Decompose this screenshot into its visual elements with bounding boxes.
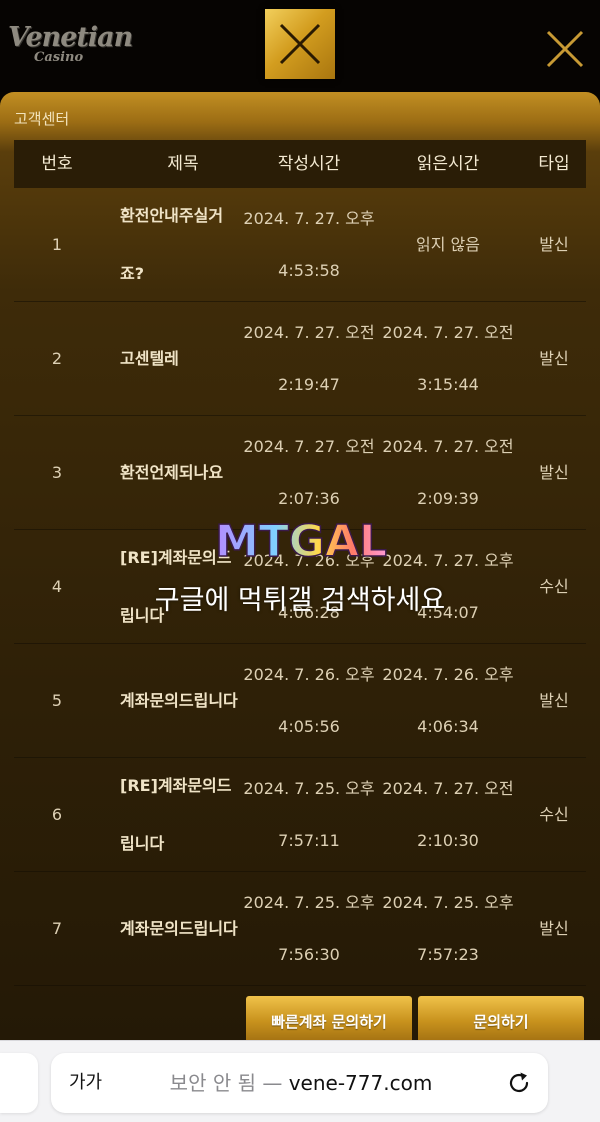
venetian-casino-logo[interactable]: Venetian Casino: [8, 22, 133, 72]
read-clock: 2:09:39: [417, 489, 479, 508]
written-clock: 2:19:47: [278, 375, 340, 394]
written-clock: 4:53:58: [278, 261, 340, 280]
close-button[interactable]: [538, 24, 592, 78]
row-read-time: 읽지 않음: [380, 188, 516, 301]
x-mark-icon: [279, 23, 321, 65]
watermark-caption: 구글에 먹튀갤 검색하세요: [154, 585, 446, 616]
row-written-time: 2024. 7. 25. 오후 7:56:30: [242, 872, 376, 985]
inquiry-button[interactable]: 문의하기: [418, 996, 584, 1042]
table-row[interactable]: 5 계좌문의드립니다 2024. 7. 26. 오후 4:05:56 2024.…: [14, 644, 586, 758]
row-type: 발신: [539, 691, 569, 710]
read-date: 2024. 7. 26. 오후: [382, 665, 514, 684]
row-written-time: 2024. 7. 26. 오후 4:05:56: [242, 644, 376, 757]
row-number: 3: [51, 463, 63, 482]
row-type: 발신: [539, 235, 569, 254]
row-read-time: 2024. 7. 27. 오전 2:09:39: [380, 416, 516, 529]
row-title-link[interactable]: 고센텔레: [120, 302, 246, 415]
written-date: 2024. 7. 27. 오전: [243, 437, 375, 456]
read-clock: 2:10:30: [417, 831, 479, 850]
row-number: 7: [51, 919, 63, 938]
row-title-link[interactable]: 계좌문의드립니다: [120, 872, 246, 985]
panel-title: 고객센터: [14, 110, 70, 128]
row-type: 수신: [539, 805, 569, 824]
column-header-type: 타입: [538, 154, 570, 174]
row-title-link[interactable]: 환전언제되나요: [120, 416, 246, 529]
table-row[interactable]: 3 환전언제되나요 2024. 7. 27. 오전 2:07:36 2024. …: [14, 416, 586, 530]
written-date: 2024. 7. 26. 오후: [243, 665, 375, 684]
logo-main-text: Venetian: [8, 22, 133, 53]
row-type: 발신: [539, 463, 569, 482]
logo-sub-text: Casino: [34, 50, 84, 65]
row-read-time: 2024. 7. 27. 오전 3:15:44: [380, 302, 516, 415]
row-number: 1: [51, 235, 63, 254]
column-header-read-time: 읽은시간: [416, 154, 480, 174]
read-status: 읽지 않음: [416, 235, 480, 254]
written-date: 2024. 7. 25. 오후: [243, 779, 375, 798]
column-header-number: 번호: [41, 154, 73, 174]
text-size-button[interactable]: 가가: [69, 1053, 102, 1113]
read-clock: 3:15:44: [417, 375, 479, 394]
read-clock: 4:06:34: [417, 717, 479, 736]
row-title-link[interactable]: 환전안내주실거죠?: [120, 188, 246, 301]
customer-center-panel: 고객센터 번호 제목 작성시간 읽은시간 타입 1 환전안내주실거죠? 2024…: [0, 92, 600, 1042]
read-clock: 7:57:23: [417, 945, 479, 964]
written-clock: 2:07:36: [278, 489, 340, 508]
written-clock: 4:05:56: [278, 717, 340, 736]
row-type: 발신: [539, 349, 569, 368]
mtgal-watermark-logo: MTGAL: [214, 515, 388, 566]
watermark-logo-text: MTGAL: [215, 516, 387, 566]
row-written-time: 2024. 7. 25. 오후 7:57:11: [242, 758, 376, 871]
read-date: 2024. 7. 27. 오전: [382, 779, 514, 798]
quick-account-inquiry-button[interactable]: 빠른계좌 문의하기: [246, 996, 412, 1042]
table-row[interactable]: 6 [RE]계좌문의드립니다 2024. 7. 25. 오후 7:57:11 2…: [14, 758, 586, 872]
table-row[interactable]: 2 고센텔레 2024. 7. 27. 오전 2:19:47 2024. 7. …: [14, 302, 586, 416]
row-written-time: 2024. 7. 27. 오후 4:53:58: [242, 188, 376, 301]
column-header-written-time: 작성시간: [277, 154, 341, 174]
row-read-time: 2024. 7. 26. 오후 4:06:34: [380, 644, 516, 757]
row-written-time: 2024. 7. 27. 오전 2:19:47: [242, 302, 376, 415]
address-bar[interactable]: 가가 보안 안 됨 — vene-777.com: [51, 1053, 548, 1113]
written-date: 2024. 7. 27. 오전: [243, 323, 375, 342]
row-number: 2: [51, 349, 63, 368]
row-number: 6: [51, 805, 63, 824]
top-bar: Venetian Casino: [0, 0, 600, 92]
row-title-link[interactable]: 계좌문의드립니다: [120, 644, 246, 757]
row-read-time: 2024. 7. 25. 오후 7:57:23: [380, 872, 516, 985]
column-header-title: 제목: [167, 154, 199, 174]
row-title-link[interactable]: [RE]계좌문의드립니다: [120, 758, 246, 871]
row-read-time: 2024. 7. 27. 오전 2:10:30: [380, 758, 516, 871]
written-clock: 7:56:30: [278, 945, 340, 964]
row-written-time: 2024. 7. 27. 오전 2:07:36: [242, 416, 376, 529]
close-icon: [546, 30, 584, 68]
table-row[interactable]: 1 환전안내주실거죠? 2024. 7. 27. 오후 4:53:58 읽지 않…: [14, 188, 586, 302]
read-date: 2024. 7. 25. 오후: [382, 893, 514, 912]
table-header: 번호 제목 작성시간 읽은시간 타입: [14, 140, 586, 188]
menu-badge-button[interactable]: [265, 9, 335, 79]
table-row[interactable]: 7 계좌문의드립니다 2024. 7. 25. 오후 7:56:30 2024.…: [14, 872, 586, 986]
written-date: 2024. 7. 25. 오후: [243, 893, 375, 912]
previous-tab-edge[interactable]: [0, 1053, 38, 1113]
written-clock: 7:57:11: [278, 831, 340, 850]
url-display[interactable]: 보안 안 됨 — vene-777.com: [121, 1053, 481, 1113]
insecure-label: 보안 안 됨 —: [169, 1071, 283, 1095]
written-date: 2024. 7. 27. 오후: [243, 209, 375, 228]
reload-icon[interactable]: [506, 1070, 532, 1096]
row-type: 발신: [539, 919, 569, 938]
domain-text: vene-777.com: [288, 1071, 433, 1095]
read-date: 2024. 7. 27. 오전: [382, 437, 514, 456]
row-number: 5: [51, 691, 63, 710]
read-date: 2024. 7. 27. 오전: [382, 323, 514, 342]
browser-address-area: 가가 보안 안 됨 — vene-777.com: [0, 1040, 600, 1122]
